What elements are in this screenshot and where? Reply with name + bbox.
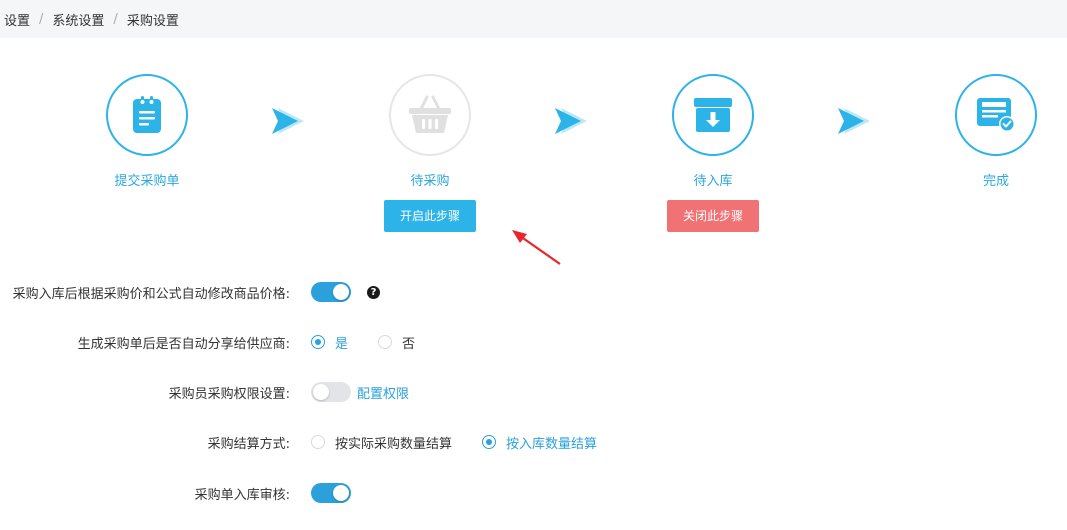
- step-arrow-icon: [553, 106, 589, 136]
- setting-inbound-audit: 采购单入库审核:: [0, 481, 1067, 505]
- auto-price-toggle[interactable]: [311, 282, 351, 302]
- step-pending-purchase: 待采购 开启此步骤: [355, 74, 505, 232]
- step-label-pending-purchase: 待采购: [410, 174, 450, 189]
- share-supplier-no-radio[interactable]: 否: [378, 333, 415, 352]
- radio-label: 按实际采购数量结算: [335, 436, 453, 452]
- setting-label: 采购员采购权限设置:: [168, 386, 290, 402]
- step-label-complete: 完成: [982, 174, 1009, 189]
- step-label-submit-order: 提交采购单: [114, 174, 180, 189]
- inbound-audit-toggle[interactable]: [311, 483, 351, 503]
- step-circle: [955, 74, 1037, 156]
- step-circle: [672, 74, 754, 156]
- breadcrumb-item-system-settings[interactable]: 系统设置: [52, 10, 104, 29]
- annotation-arrow-icon: [512, 230, 561, 265]
- setting-auto-price: 采购入库后根据采购价和公式自动修改商品价格: ?: [0, 280, 1067, 304]
- settlement-inbound-quantity-radio[interactable]: 按入库数量结算: [482, 433, 597, 452]
- setting-label: 采购单入库审核:: [194, 487, 290, 503]
- step-label-pending-inbound: 待入库: [693, 174, 733, 189]
- radio-label: 否: [402, 336, 416, 352]
- step-pending-inbound: 待入库 关闭此步骤: [638, 74, 788, 232]
- enable-step-button[interactable]: 开启此步骤: [384, 200, 476, 232]
- breadcrumb-separator: /: [113, 11, 118, 27]
- basket-icon: [409, 95, 451, 133]
- breadcrumb: 设置 / 系统设置 / 采购设置: [0, 0, 1067, 38]
- breadcrumb-item-purchase-settings: 采购设置: [126, 13, 179, 29]
- setting-settlement: 采购结算方式: 按实际采购数量结算 按入库数量结算: [0, 430, 1067, 454]
- step-arrow-icon: [836, 106, 872, 136]
- setting-label: 生成采购单后是否自动分享给供应商:: [77, 336, 290, 352]
- permission-toggle[interactable]: [311, 382, 351, 402]
- step-circle: [106, 74, 188, 156]
- settlement-actual-quantity-radio[interactable]: 按实际采购数量结算: [311, 433, 452, 452]
- step-submit-order: 提交采购单: [72, 74, 222, 189]
- radio-label: 按入库数量结算: [506, 436, 598, 452]
- step-circle: [389, 74, 471, 156]
- completed-document-icon: [977, 98, 1015, 132]
- breadcrumb-separator: /: [39, 11, 44, 27]
- share-supplier-yes-radio[interactable]: 是: [311, 333, 348, 352]
- help-icon[interactable]: ?: [367, 285, 380, 299]
- warehouse-box-icon: [694, 98, 732, 132]
- setting-share-supplier: 生成采购单后是否自动分享给供应商: 是 否: [0, 330, 1067, 354]
- radio-label: 是: [335, 336, 349, 352]
- setting-permission: 采购员采购权限设置: 配置权限: [0, 380, 1067, 404]
- setting-label: 采购结算方式:: [207, 436, 290, 452]
- breadcrumb-item-settings[interactable]: 设置: [4, 10, 30, 29]
- step-arrow-icon: [270, 106, 306, 136]
- setting-label: 采购入库后根据采购价和公式自动修改商品价格:: [12, 286, 290, 302]
- step-complete: 完成: [921, 74, 1067, 189]
- purchase-order-icon: [133, 96, 161, 133]
- disable-step-button[interactable]: 关闭此步骤: [667, 200, 759, 232]
- configure-permission-link[interactable]: 配置权限: [357, 383, 409, 402]
